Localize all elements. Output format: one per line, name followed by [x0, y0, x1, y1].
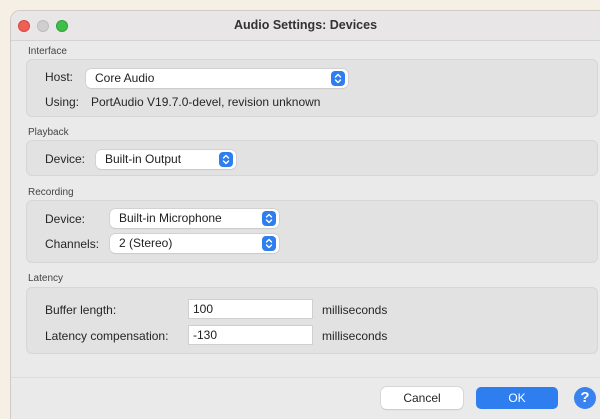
latency-section-label: Latency [28, 273, 64, 284]
host-select-value: Core Audio [95, 71, 155, 85]
interface-section-label: Interface [28, 46, 67, 57]
using-label: Using: [45, 95, 80, 109]
buffer-length-unit: milliseconds [322, 303, 388, 317]
stepper-chevrons-icon [262, 211, 276, 226]
help-icon[interactable]: ? [574, 387, 596, 409]
stepper-chevrons-icon [331, 71, 345, 86]
interface-group: Host: Core Audio Using: PortAudio V19.7.… [26, 59, 598, 117]
footer-divider [11, 377, 600, 378]
recording-group: Device: Built-in Microphone Channels: 2 … [26, 200, 598, 263]
playback-device-label: Device: [45, 152, 86, 166]
latency-compensation-label: Latency compensation: [45, 329, 169, 343]
playback-device-value: Built-in Output [105, 152, 182, 166]
host-label: Host: [45, 70, 74, 84]
buffer-length-label: Buffer length: [45, 303, 117, 317]
latency-compensation-input[interactable]: -130 [188, 325, 313, 345]
stepper-chevrons-icon [219, 152, 233, 167]
latency-compensation-unit: milliseconds [322, 329, 388, 343]
window-title: Audio Settings: Devices [233, 18, 378, 32]
playback-section-label: Playback [28, 127, 69, 138]
playback-device-select[interactable]: Built-in Output [96, 150, 236, 169]
recording-device-select[interactable]: Built-in Microphone [110, 209, 279, 228]
playback-group: Device: Built-in Output [26, 140, 598, 176]
channels-label: Channels: [45, 237, 100, 251]
cancel-button[interactable]: Cancel [381, 387, 463, 409]
channels-select[interactable]: 2 (Stereo) [110, 234, 279, 253]
recording-device-value: Built-in Microphone [119, 211, 222, 225]
latency-group: Buffer length: 100 milliseconds Latency … [26, 287, 598, 354]
channels-value: 2 (Stereo) [119, 236, 173, 250]
buffer-length-input[interactable]: 100 [188, 299, 313, 319]
title-bar: Audio Settings: Devices [11, 11, 600, 41]
ok-button[interactable]: OK [476, 387, 558, 409]
audio-settings-window: Audio Settings: Devices Interface Host: … [11, 11, 600, 419]
recording-section-label: Recording [28, 187, 74, 198]
stepper-chevrons-icon [262, 236, 276, 251]
using-value: PortAudio V19.7.0-devel, revision unknow… [91, 95, 321, 109]
recording-device-label: Device: [45, 212, 86, 226]
host-select[interactable]: Core Audio [86, 69, 348, 88]
